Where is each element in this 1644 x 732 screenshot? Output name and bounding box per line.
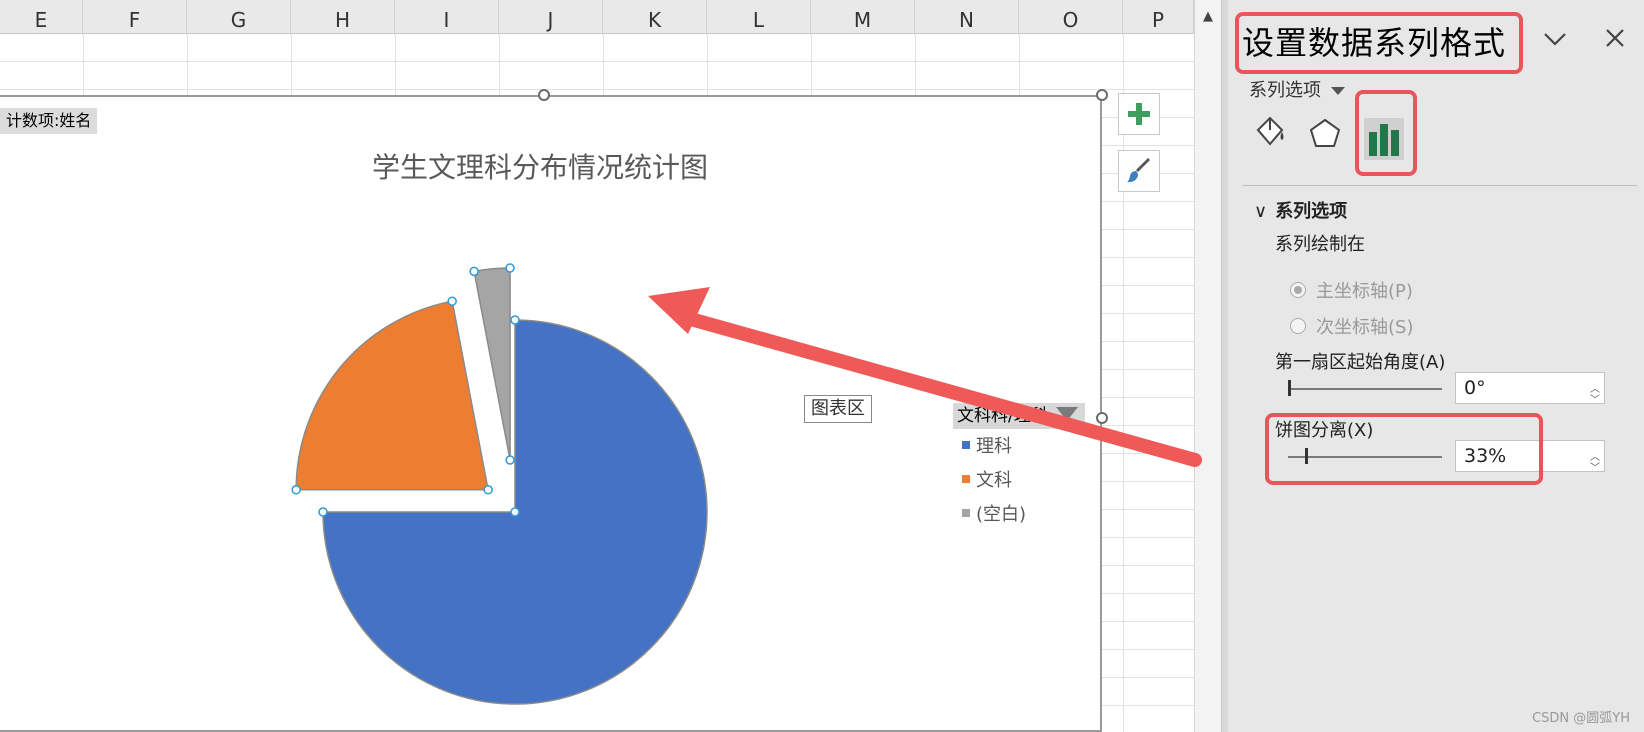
selection-handle[interactable] — [469, 266, 479, 277]
close-icon[interactable] — [1605, 22, 1625, 55]
selection-handle[interactable] — [447, 296, 457, 306]
radio-label: 次坐标轴(S) — [1316, 317, 1414, 338]
pie-slice-arts[interactable] — [295, 300, 490, 491]
spin-down-icon[interactable]: ﹀ — [1590, 454, 1600, 484]
pentagon-icon — [1309, 118, 1341, 147]
filter-icon[interactable] — [1056, 407, 1078, 421]
radio-label: 主坐标轴(P) — [1316, 281, 1413, 302]
resize-handle-top-right[interactable] — [1096, 89, 1108, 101]
add-chart-element-button[interactable] — [1118, 93, 1160, 135]
brush-icon — [1127, 158, 1150, 183]
legend-swatch — [962, 509, 970, 517]
chart-styles-button[interactable] — [1118, 150, 1160, 192]
plus-icon — [1128, 103, 1150, 125]
spin-down-icon[interactable]: ﹀ — [1590, 386, 1600, 416]
pane-title: 设置数据系列格式 — [1242, 24, 1507, 62]
legend-item-arts[interactable]: 文科 — [962, 468, 1012, 494]
highlight-box — [1265, 413, 1543, 485]
selection-handle[interactable] — [505, 263, 515, 273]
radio-button — [1290, 318, 1306, 334]
chevron-down-icon: ∨ — [1254, 201, 1268, 222]
legend-item-blank[interactable]: (空白) — [962, 502, 1026, 528]
chart-area-tooltip: 图表区 — [804, 395, 872, 423]
resize-handle-top[interactable] — [538, 89, 550, 101]
selection-handle[interactable] — [483, 485, 493, 495]
selection-handle[interactable] — [318, 507, 328, 517]
spinbox-value: 0° — [1464, 377, 1486, 399]
highlight-box — [1355, 90, 1417, 176]
caret-down-icon — [1331, 87, 1345, 95]
tab-fill-line[interactable] — [1248, 114, 1290, 162]
chevron-down-icon[interactable] — [1543, 24, 1567, 54]
first-slice-angle-input[interactable]: 0° ︿ ﹀ — [1455, 372, 1605, 406]
divider — [1242, 185, 1637, 186]
legend-label: 理科 — [976, 436, 1012, 457]
section-header-label: 系列选项 — [1275, 201, 1348, 222]
pie-slice-blank[interactable] — [473, 267, 511, 461]
slider-thumb[interactable] — [1288, 380, 1291, 396]
paint-bucket-icon — [1256, 116, 1284, 146]
radio-button-selected — [1290, 282, 1306, 298]
series-options-menu[interactable]: 系列选项 — [1249, 76, 1345, 102]
plot-series-on-label: 系列绘制在 — [1275, 234, 1365, 255]
legend-swatch — [962, 441, 970, 449]
legend-label: (空白) — [976, 504, 1027, 525]
first-slice-angle-label: 第一扇区起始角度(A) — [1275, 352, 1446, 373]
selection-handle[interactable] — [291, 485, 301, 495]
secondary-axis-radio[interactable]: 次坐标轴(S) — [1290, 313, 1413, 339]
watermark: CSDN @圆弧YH — [1532, 711, 1630, 726]
tab-effects[interactable] — [1304, 114, 1346, 162]
primary-axis-radio[interactable]: 主坐标轴(P) — [1290, 277, 1413, 303]
legend-item-science[interactable]: 理科 — [962, 434, 1012, 460]
options-menu-label: 系列选项 — [1249, 80, 1321, 101]
legend-swatch — [962, 475, 970, 483]
resize-handle-right[interactable] — [1096, 412, 1108, 424]
selection-handle[interactable] — [510, 315, 520, 325]
legend-label: 文科 — [976, 470, 1012, 491]
section-header-series-options[interactable]: ∨ 系列选项 — [1254, 197, 1347, 223]
first-slice-angle-slider[interactable] — [1288, 388, 1442, 390]
selection-handle[interactable] — [510, 507, 520, 517]
selection-handle[interactable] — [505, 455, 515, 465]
